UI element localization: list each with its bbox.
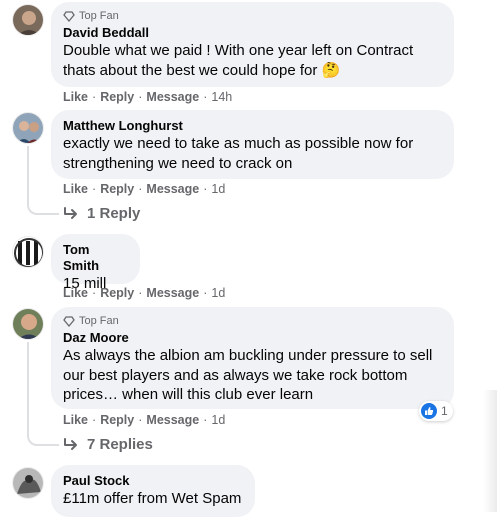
reply-button[interactable]: Reply <box>100 286 134 300</box>
comment-text-line: exactly we need to take as much as possi… <box>63 135 414 152</box>
avatar-matthew-longhurst[interactable] <box>12 112 44 144</box>
comment-text-line: prices… when will this club ever learn <box>63 386 314 403</box>
comment-text-line: thats about the best we could hope for 🤔 <box>63 61 341 79</box>
avatar-paul-stock[interactable] <box>12 467 44 499</box>
separator: · <box>138 413 143 427</box>
comment-author[interactable]: Tom Smith <box>63 242 128 274</box>
comment-author[interactable]: David Beddall <box>63 25 442 41</box>
separator: · <box>92 90 97 104</box>
separator: · <box>92 286 97 300</box>
comment-actions: Like · Reply · Message · 1d <box>63 285 225 301</box>
separator: · <box>203 286 208 300</box>
separator: · <box>203 413 208 427</box>
avatar-daz-moore[interactable] <box>12 308 44 340</box>
separator: · <box>92 413 97 427</box>
avatar-david-beddall[interactable] <box>12 4 44 36</box>
comment-text-line: Double what we paid ! With one year left… <box>63 42 414 59</box>
comment-text-line: strengthening we need to crack on <box>63 154 293 172</box>
comment-bubble-paul-stock: Paul Stock £11m offer from Wet Spam <box>51 465 255 517</box>
like-button[interactable]: Like <box>63 286 88 300</box>
comment-bubble-matthew-longhurst: Matthew Longhurst exactly we need to tak… <box>51 110 454 179</box>
like-button[interactable]: Like <box>63 182 88 196</box>
comment-actions: Like · Reply · Message · 14h <box>63 89 232 105</box>
diamond-icon <box>63 316 75 327</box>
diamond-icon <box>63 11 75 22</box>
replies-count-label: 1 Reply <box>87 205 141 222</box>
top-fan-badge: Top Fan <box>63 315 442 328</box>
separator: · <box>138 182 143 196</box>
separator: · <box>138 286 143 300</box>
comment-text-line: our best players and as always we take r… <box>63 366 408 384</box>
comment-bubble-daz-moore: Top Fan Daz Moore As always the albion a… <box>51 307 454 409</box>
reply-button[interactable]: Reply <box>100 413 134 427</box>
timestamp[interactable]: 1d <box>211 286 225 300</box>
message-button[interactable]: Message <box>146 413 199 427</box>
badge-label: Top Fan <box>79 10 119 22</box>
message-button[interactable]: Message <box>146 286 199 300</box>
comment-bubble-tom-smith: Tom Smith 15 mill <box>51 234 140 292</box>
separator: · <box>138 90 143 104</box>
replies-count-label: 7 Replies <box>87 436 153 453</box>
reply-button[interactable]: Reply <box>100 90 134 104</box>
view-replies-button[interactable]: 7 Replies <box>63 436 153 453</box>
comment-bubble-david-beddall: Top Fan David Beddall Double what we pai… <box>51 2 454 87</box>
reply-button[interactable]: Reply <box>100 182 134 196</box>
top-fan-badge: Top Fan <box>63 10 442 23</box>
comment-text-line: £11m offer from Wet Spam <box>63 490 242 507</box>
comment-actions: Like · Reply · Message · 1d <box>63 412 225 428</box>
reply-arrow-icon <box>64 437 77 450</box>
message-button[interactable]: Message <box>146 90 199 104</box>
timestamp[interactable]: 14h <box>211 90 232 104</box>
comment-actions: Like · Reply · Message · 1d <box>63 181 225 197</box>
message-button[interactable]: Message <box>146 182 199 196</box>
comment-author[interactable]: Paul Stock <box>63 473 243 489</box>
scroll-edge-shadow <box>483 390 497 512</box>
thumbs-up-icon <box>421 403 437 419</box>
view-replies-button[interactable]: 1 Reply <box>63 205 140 222</box>
comment-author[interactable]: Daz Moore <box>63 330 442 346</box>
separator: · <box>203 182 208 196</box>
timestamp[interactable]: 1d <box>211 413 225 427</box>
reply-arrow-icon <box>64 206 77 219</box>
separator: · <box>203 90 208 104</box>
like-button[interactable]: Like <box>63 413 88 427</box>
separator: · <box>92 182 97 196</box>
like-button[interactable]: Like <box>63 90 88 104</box>
reaction-count: 1 <box>441 404 448 418</box>
comment-text-line: As always the albion am buckling under p… <box>63 347 433 364</box>
avatar-tom-smith[interactable] <box>12 236 44 268</box>
timestamp[interactable]: 1d <box>211 182 225 196</box>
comment-author[interactable]: Matthew Longhurst <box>63 118 442 134</box>
badge-label: Top Fan <box>79 315 119 327</box>
reaction-summary[interactable]: 1 <box>419 401 453 421</box>
